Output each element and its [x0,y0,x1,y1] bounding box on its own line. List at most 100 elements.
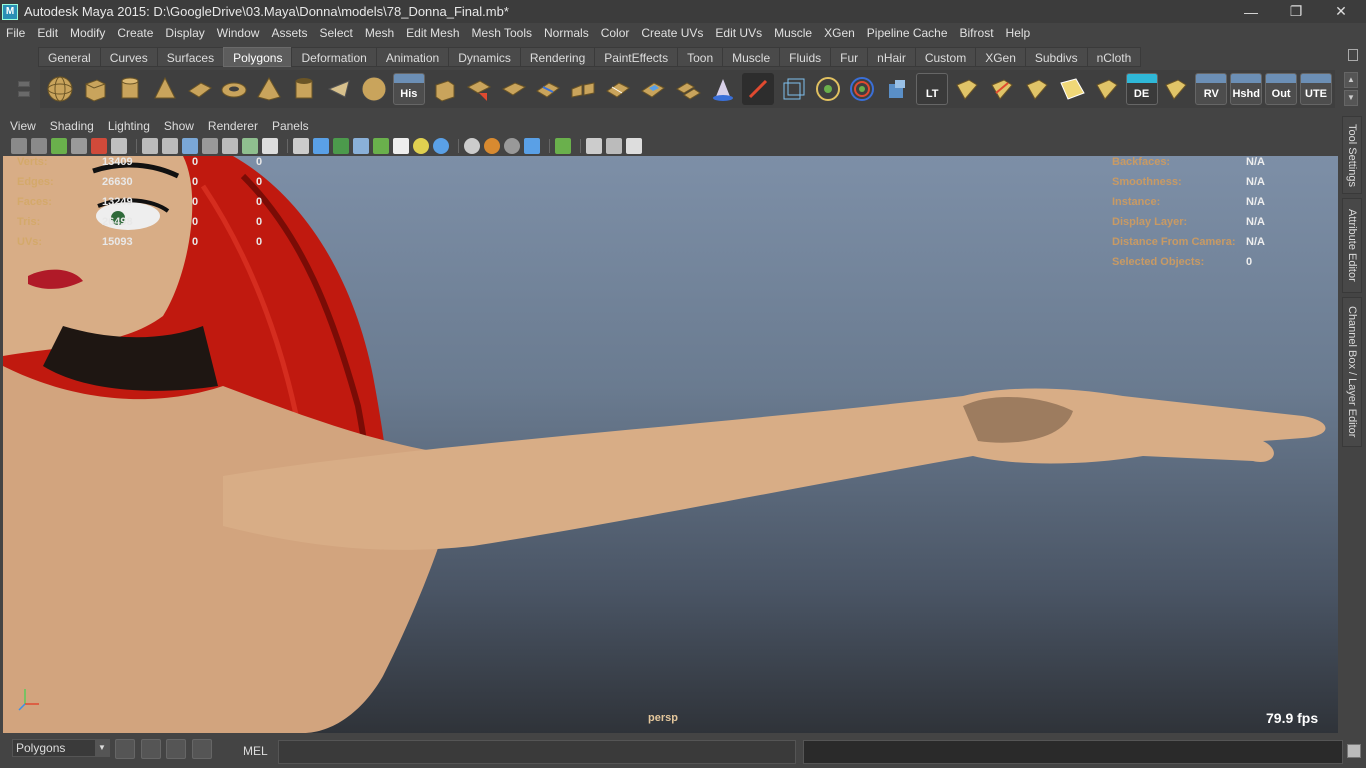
bevel-icon[interactable] [498,73,530,105]
script-language-label[interactable]: MEL [243,744,268,758]
minimize-button[interactable]: — [1228,0,1274,23]
separate-icon[interactable] [672,73,704,105]
uv-planar-icon[interactable] [1161,73,1193,105]
script-editor-icon[interactable] [1347,744,1361,758]
default-material-icon[interactable] [353,138,369,154]
menu-window[interactable]: Window [211,26,266,40]
poly-cube-icon[interactable] [79,73,111,105]
safe-area-icon[interactable] [606,138,622,154]
xray-joints-icon[interactable] [333,138,349,154]
uv-sew-icon[interactable] [1021,73,1053,105]
shelf-tab-animation[interactable]: Animation [375,47,450,67]
uv-unfold-icon[interactable] [1091,73,1123,105]
combine-icon[interactable] [358,73,390,105]
paint-tool-icon[interactable] [741,73,774,105]
menu-normals[interactable]: Normals [538,26,595,40]
menu-edit-uvs[interactable]: Edit UVs [709,26,768,40]
camera-attributes-icon[interactable] [31,138,47,154]
screen-space-ao-icon[interactable] [464,138,480,154]
rv-icon[interactable]: RV [1195,73,1228,105]
shelf-tab-ncloth[interactable]: nCloth [1086,47,1142,67]
poly-plane-icon[interactable] [184,73,216,105]
cube-view-icon[interactable] [293,138,309,154]
shelf-collapse-handle[interactable] [18,91,30,97]
checker-icon[interactable] [393,138,409,154]
restore-button[interactable]: ❐ [1273,0,1319,23]
menu-pipeline-cache[interactable]: Pipeline Cache [861,26,954,40]
viewport-persp[interactable]: Verts: 13409 0 0 Edges: 26630 0 0 Faces:… [3,156,1338,733]
panel-menu-lighting[interactable]: Lighting [101,119,157,133]
snap-icon[interactable] [115,739,135,759]
use-default-light-icon[interactable] [413,138,429,154]
isolate-select-icon[interactable] [111,138,127,154]
panel-menu-panels[interactable]: Panels [265,119,316,133]
node-editor-icon[interactable] [166,739,186,759]
append-poly-icon[interactable] [567,73,599,105]
shelf-tab-toon[interactable]: Toon [677,47,724,67]
bookmarks-icon[interactable] [51,138,67,154]
attribute-editor-tab[interactable]: Attribute Editor [1342,198,1362,293]
grid-icon[interactable] [162,138,178,154]
film-gate-icon[interactable] [586,138,602,154]
out-icon[interactable]: Out [1265,73,1298,105]
bridge-icon[interactable] [463,73,495,105]
wireframe-cube-icon[interactable] [777,73,809,105]
shelf-tab-painteffects[interactable]: PaintEffects [594,47,679,67]
close-button[interactable]: ✕ [1318,0,1364,23]
panel-menu-view[interactable]: View [3,119,43,133]
outliner-icon[interactable] [141,739,161,759]
panel-menu-show[interactable]: Show [157,119,201,133]
object-tool-icon[interactable] [881,73,913,105]
poly-cylinder-icon[interactable] [114,73,146,105]
uv-layout-icon[interactable] [951,73,983,105]
grease-pencil-icon[interactable] [91,138,107,154]
de-icon[interactable]: DE [1125,73,1158,105]
xray-icon[interactable] [242,138,258,154]
menu-create[interactable]: Create [111,26,159,40]
ute-icon[interactable]: UTE [1300,73,1332,105]
extrude-icon[interactable] [428,73,460,105]
panel-menu-renderer[interactable]: Renderer [201,119,265,133]
poly-sphere-icon[interactable] [44,73,76,105]
shelf-tab-fur[interactable]: Fur [830,47,869,67]
shelf-tab-dynamics[interactable]: Dynamics [448,47,521,67]
insert-edge-loop-icon[interactable] [602,73,634,105]
flat-shade-icon[interactable] [202,138,218,154]
menu-xgen[interactable]: XGen [818,26,861,40]
menu-mesh[interactable]: Mesh [359,26,400,40]
menu-file[interactable]: File [0,26,31,40]
motion-blur-icon[interactable] [484,138,500,154]
history-icon[interactable]: His [392,73,425,105]
panel-menu-shading[interactable]: Shading [43,119,101,133]
manipulator-icon[interactable] [846,73,878,105]
wireframe-icon[interactable] [142,138,158,154]
snap-to-target-icon[interactable] [812,73,844,105]
menu-create-uvs[interactable]: Create UVs [635,26,709,40]
shelf-scroll-down-icon[interactable]: ▼ [1344,90,1358,106]
shelf-tab-polygons[interactable]: Polygons [223,47,293,67]
menu-select[interactable]: Select [313,26,358,40]
uv-cut-icon[interactable] [986,73,1018,105]
shelf-tab-rendering[interactable]: Rendering [519,47,596,67]
image-plane-icon[interactable] [71,138,87,154]
shelf-scroll-up-icon[interactable]: ▲ [1344,72,1358,88]
shelf-handle[interactable] [12,49,34,111]
shelf-tab-fluids[interactable]: Fluids [779,47,832,67]
menu-color[interactable]: Color [595,26,636,40]
depth-of-field-icon[interactable] [524,138,540,154]
shelf-tab-surfaces[interactable]: Surfaces [156,47,225,67]
wireframe-box-icon[interactable] [373,138,389,154]
shelf-tab-nhair[interactable]: nHair [867,47,916,67]
shaded-cube-icon[interactable] [313,138,329,154]
anti-aliasing-icon[interactable] [504,138,520,154]
menu-edit-mesh[interactable]: Edit Mesh [400,26,465,40]
select-camera-icon[interactable] [11,138,27,154]
menu-display[interactable]: Display [159,26,210,40]
menu-muscle[interactable]: Muscle [768,26,818,40]
shelf-tab-subdivs[interactable]: Subdivs [1024,47,1088,67]
channel-box-layer-editor-tab[interactable]: Channel Box / Layer Editor [1342,297,1362,447]
command-input[interactable] [278,740,796,764]
poly-pyramid-icon[interactable] [253,73,285,105]
menu-modify[interactable]: Modify [64,26,111,40]
menu-assets[interactable]: Assets [265,26,313,40]
